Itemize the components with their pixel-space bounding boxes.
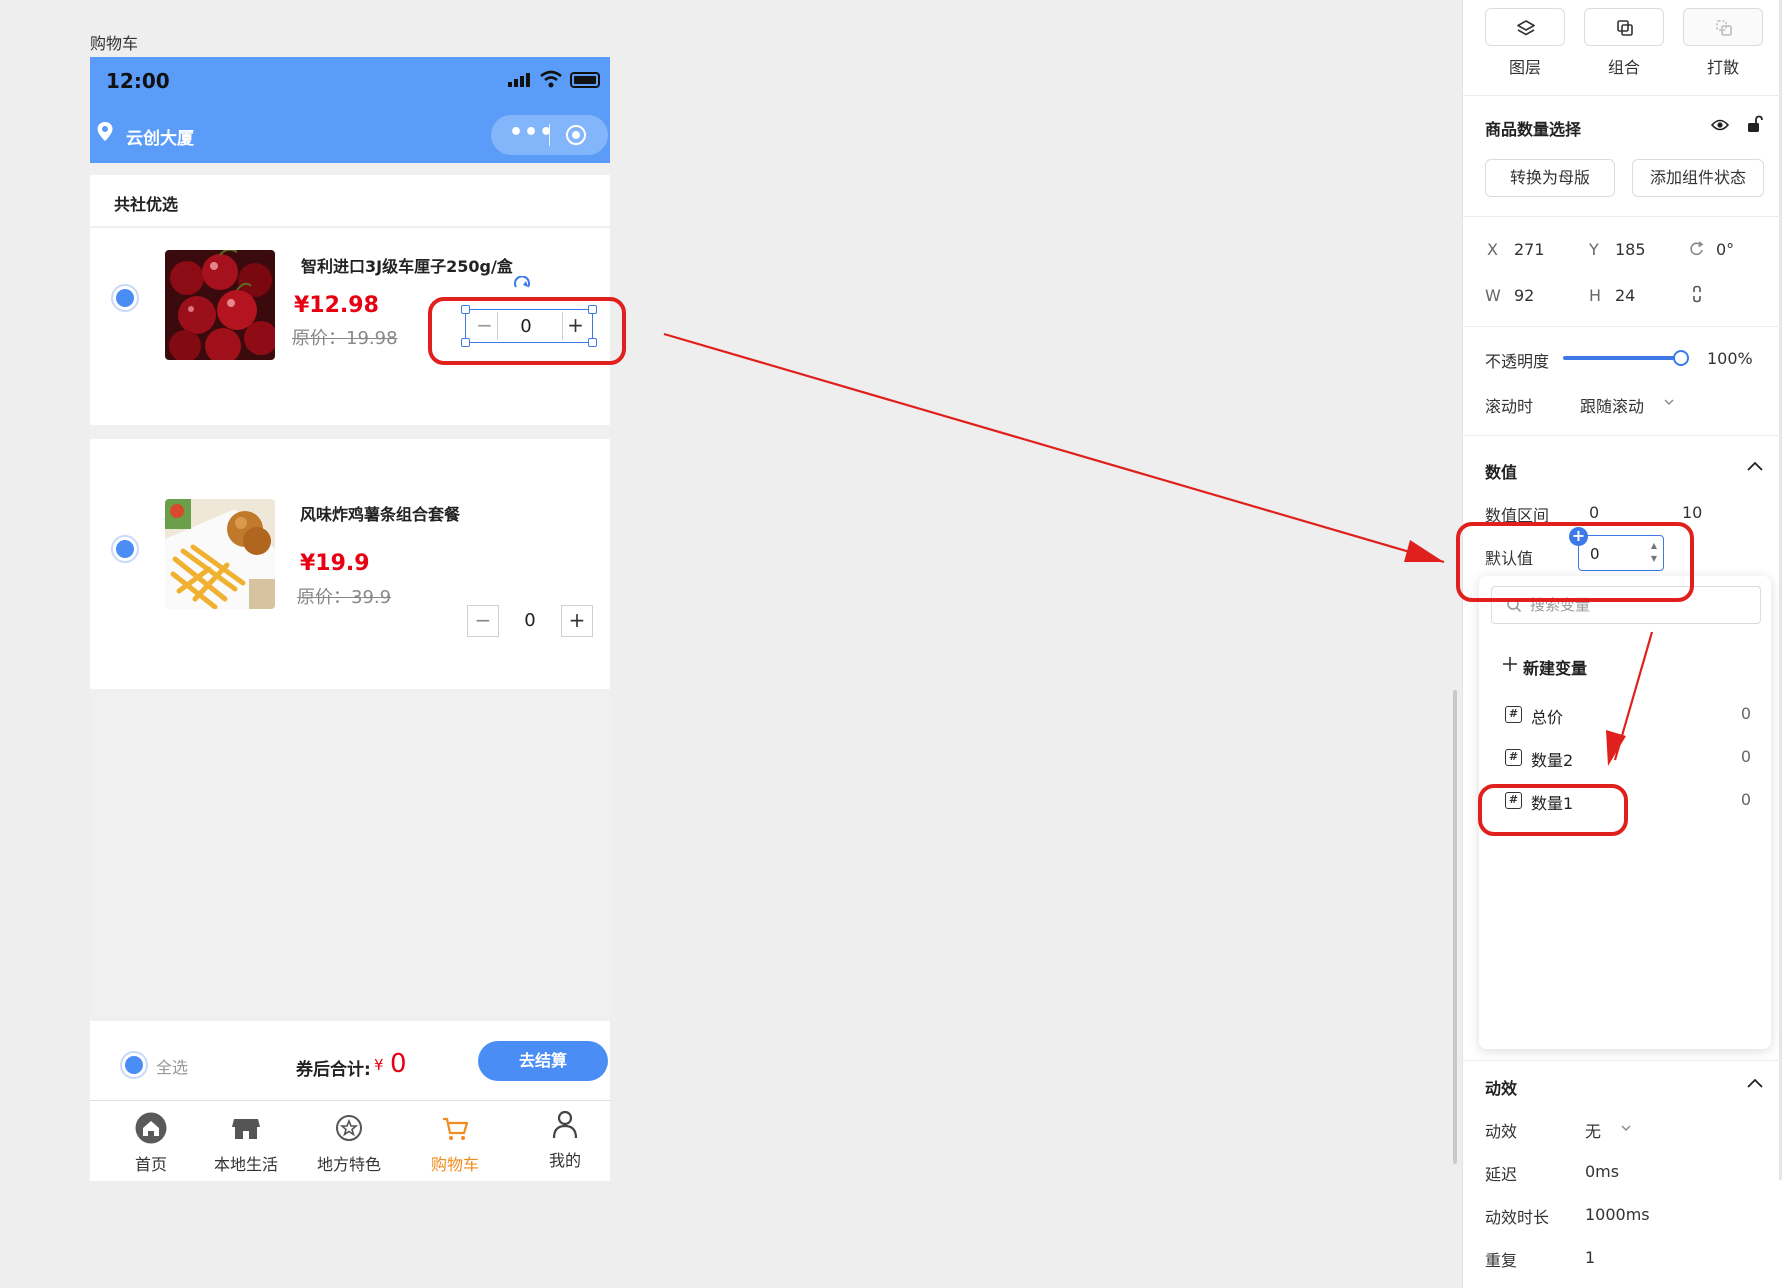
annotation-arrowhead (1404, 540, 1444, 562)
annotation-arrow (663, 332, 1445, 564)
annotation-arrows (663, 332, 1654, 766)
annotation-arrowhead (1606, 730, 1626, 766)
